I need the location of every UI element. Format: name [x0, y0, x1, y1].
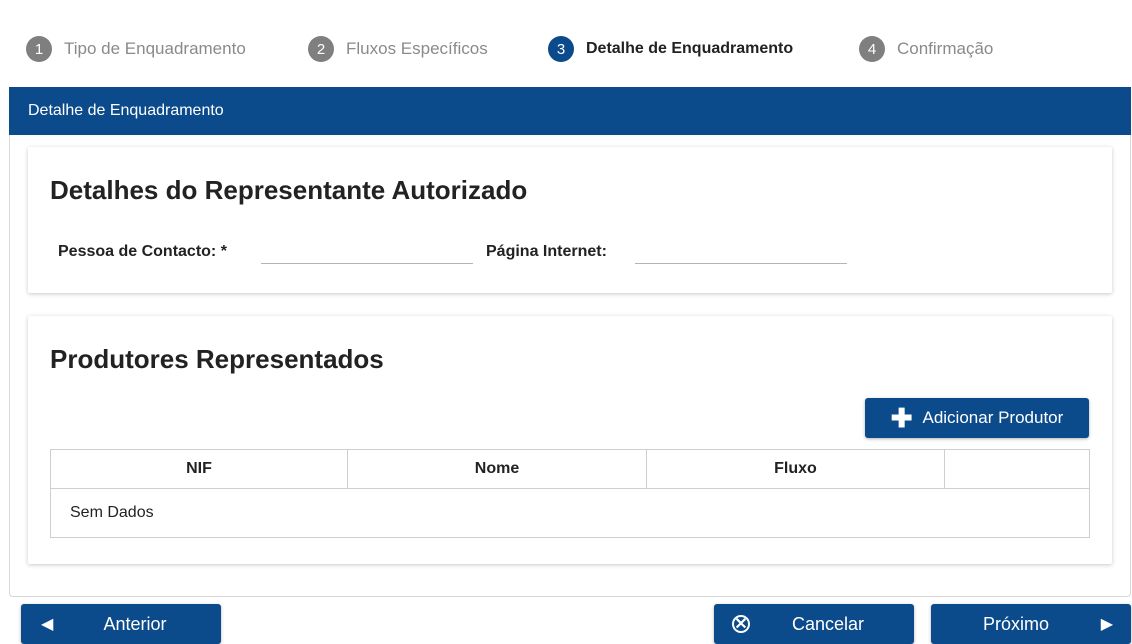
produtores-table: NIF Nome Fluxo Sem Dados — [50, 449, 1090, 538]
cancelar-button[interactable]: ✕ Cancelar — [714, 604, 914, 644]
representante-card: Detalhes do Representante Autorizado Pes… — [28, 147, 1112, 293]
website-input[interactable] — [635, 239, 847, 264]
website-label: Página Internet: — [486, 243, 607, 260]
step-tipo-de-enquadramento[interactable]: 1 Tipo de Enquadramento — [26, 34, 246, 64]
contact-label: Pessoa de Contacto: * — [58, 243, 227, 260]
anterior-button[interactable]: ◀ Anterior — [21, 604, 221, 644]
step-label: Tipo de Enquadramento — [64, 39, 246, 58]
plus-icon: ✚ — [890, 403, 913, 433]
step-confirmacao[interactable]: 4 Confirmação — [859, 34, 993, 64]
step-label: Confirmação — [897, 39, 994, 58]
step-number: 3 — [548, 36, 574, 62]
table-row: Sem Dados — [50, 488, 1090, 538]
table-header-row: NIF Nome Fluxo — [50, 449, 1090, 489]
produtores-title: Produtores Representados — [50, 344, 384, 374]
panel-header: Detalhe de Enquadramento — [9, 87, 1131, 135]
proximo-label: Próximo — [982, 613, 1049, 634]
column-header-nome[interactable]: Nome — [347, 449, 647, 489]
column-header-fluxo[interactable]: Fluxo — [646, 449, 945, 489]
proximo-button[interactable]: Próximo ▶ — [931, 604, 1131, 644]
add-produtor-button[interactable]: ✚ Adicionar Produtor — [865, 398, 1089, 438]
step-label: Fluxos Específicos — [346, 39, 488, 58]
column-header-actions — [944, 449, 1090, 489]
empty-table-message: Sem Dados — [50, 488, 1090, 538]
step-detalhe-de-enquadramento[interactable]: 3 Detalhe de Enquadramento — [548, 34, 793, 64]
step-label: Detalhe de Enquadramento — [586, 40, 794, 57]
panel-title: Detalhe de Enquadramento — [28, 102, 224, 119]
contact-input[interactable] — [261, 239, 473, 264]
representante-title: Detalhes do Representante Autorizado — [50, 175, 528, 205]
step-number: 1 — [26, 36, 52, 62]
step-number: 2 — [308, 36, 334, 62]
add-produtor-label: Adicionar Produtor — [922, 408, 1064, 427]
step-number: 4 — [859, 36, 885, 62]
triangle-right-icon: ▶ — [1100, 616, 1113, 633]
step-fluxos-especificos[interactable]: 2 Fluxos Específicos — [308, 34, 488, 64]
column-header-nif[interactable]: NIF — [50, 449, 348, 489]
produtores-card: Produtores Representados ✚ Adicionar Pro… — [28, 316, 1112, 564]
anterior-label: Anterior — [103, 613, 167, 634]
cancelar-label: Cancelar — [791, 613, 865, 634]
